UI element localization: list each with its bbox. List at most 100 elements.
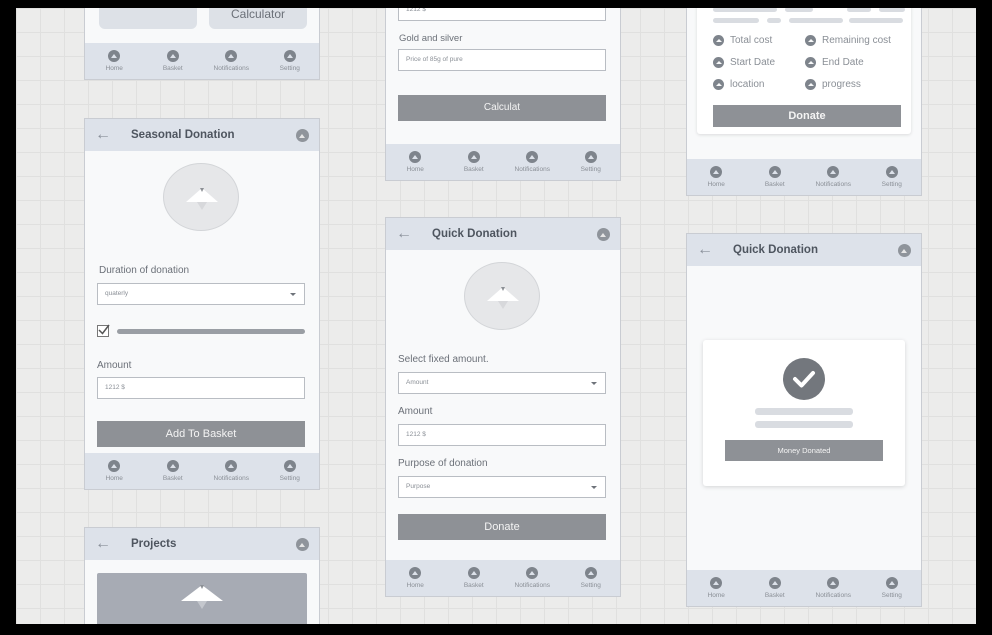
home-icon <box>710 166 723 178</box>
nav-notifications[interactable]: Notifications <box>508 151 556 173</box>
page-title: Quick Donation <box>432 228 517 240</box>
amount-label: Amount <box>398 406 433 417</box>
nav-basket[interactable]: Basket <box>751 166 799 188</box>
back-arrow-icon[interactable]: ← <box>95 535 121 553</box>
gold-calculator-card: 1212 $ Gold and silver Price of 85g of p… <box>385 8 621 181</box>
basket-icon <box>467 567 480 579</box>
project-detail-card: Total cost Remaining cost Start Date End… <box>686 8 922 196</box>
notifications-icon <box>225 460 238 472</box>
card-tile <box>99 8 197 29</box>
nav-home[interactable]: Home <box>692 166 740 188</box>
home-icon <box>108 460 121 472</box>
end-date-item: End Date <box>805 57 864 68</box>
checkbox-text-placeholder <box>117 329 305 334</box>
purpose-select[interactable]: Purpose <box>398 476 606 498</box>
setting-icon <box>283 460 296 472</box>
nav-setting[interactable]: Setting <box>868 166 916 188</box>
nav-home[interactable]: Home <box>90 460 138 482</box>
basket-icon <box>768 577 781 589</box>
amount-input[interactable]: 1212 $ <box>398 424 606 446</box>
location-icon <box>713 79 724 90</box>
nav-setting[interactable]: Setting <box>266 460 314 482</box>
back-arrow-icon[interactable]: ← <box>396 225 422 243</box>
basket-icon <box>467 151 480 163</box>
progress-item: progress <box>805 79 861 90</box>
nav-basket[interactable]: Basket <box>450 567 498 589</box>
nav-setting[interactable]: Setting <box>567 151 615 173</box>
donate-button[interactable]: Donate <box>713 105 901 127</box>
profile-icon[interactable] <box>898 243 911 257</box>
home-icon <box>108 50 121 62</box>
bottom-nav: Home Basket Notifications Setting <box>85 453 319 489</box>
nav-notifications[interactable]: Notifications <box>508 567 556 589</box>
nav-home[interactable]: Home <box>391 151 439 173</box>
home-icon <box>409 151 422 163</box>
duration-select[interactable]: quaterly <box>97 283 305 305</box>
value-field[interactable]: 1212 $ <box>398 8 606 21</box>
back-arrow-icon[interactable]: ← <box>697 241 723 259</box>
home-icon <box>409 567 422 579</box>
home-icon <box>710 577 723 589</box>
start-date-item: Start Date <box>713 57 775 68</box>
nav-home[interactable]: Home <box>90 50 138 72</box>
check-circle-icon <box>783 358 825 400</box>
nav-basket[interactable]: Basket <box>149 50 197 72</box>
calculate-button[interactable]: Calculat <box>398 95 606 121</box>
nav-notifications[interactable]: Notifications <box>207 50 255 72</box>
remaining-cost-item: Remaining cost <box>805 35 891 46</box>
duration-label: Duration of donation <box>99 265 190 276</box>
setting-icon <box>584 151 597 163</box>
chevron-down-icon <box>290 293 296 296</box>
profile-icon[interactable] <box>296 537 309 551</box>
setting-icon <box>584 567 597 579</box>
header: ← Quick Donation <box>687 234 921 266</box>
nav-notifications[interactable]: Notifications <box>207 460 255 482</box>
location-item: location <box>713 79 764 90</box>
bottom-nav: Home Basket Notifications Setting <box>687 570 921 606</box>
bottom-nav: Home Basket Notifications Setting <box>386 560 620 596</box>
nav-notifications[interactable]: Notifications <box>809 577 857 599</box>
nav-basket[interactable]: Basket <box>450 151 498 173</box>
projects-screen: ← Projects <box>84 527 320 624</box>
setting-icon <box>885 577 898 589</box>
header: ← Seasonal Donation <box>85 119 319 151</box>
nav-setting[interactable]: Setting <box>266 50 314 72</box>
nav-home[interactable]: Home <box>692 577 740 599</box>
profile-icon[interactable] <box>296 128 309 142</box>
page-title: Projects <box>131 538 177 550</box>
nav-notifications[interactable]: Notifications <box>809 166 857 188</box>
remaining-cost-icon <box>805 35 816 46</box>
gold-price-field[interactable]: Price of 85g of pure <box>398 49 606 71</box>
gold-silver-label: Gold and silver <box>399 33 463 44</box>
donate-button[interactable]: Donate <box>398 514 606 540</box>
calculator-button[interactable]: Calculator <box>209 8 307 29</box>
purpose-label: Purpose of donation <box>398 458 488 469</box>
project-image-placeholder[interactable] <box>97 573 307 624</box>
fixed-amount-select[interactable]: Amount <box>398 372 606 394</box>
notifications-icon <box>526 567 539 579</box>
notifications-icon <box>827 166 840 178</box>
setting-icon <box>283 50 296 62</box>
nav-setting[interactable]: Setting <box>567 567 615 589</box>
page-title: Seasonal Donation <box>131 129 235 141</box>
header: ← Projects <box>85 528 319 560</box>
progress-icon <box>805 79 816 90</box>
detail-panel: Total cost Remaining cost Start Date End… <box>697 8 911 134</box>
profile-icon[interactable] <box>597 227 610 241</box>
nav-basket[interactable]: Basket <box>149 460 197 482</box>
text-placeholder <box>755 421 853 428</box>
nav-basket[interactable]: Basket <box>751 577 799 599</box>
checkbox-icon[interactable] <box>97 324 110 337</box>
success-dialog: Money Donated <box>703 340 905 486</box>
bottom-nav: Home Basket Notifications Setting <box>687 159 921 195</box>
quick-donation-screen: ← Quick Donation Select fixed amount. Am… <box>385 217 621 597</box>
back-arrow-icon[interactable]: ← <box>95 126 121 144</box>
total-cost-icon <box>713 35 724 46</box>
money-donated-button[interactable]: Money Donated <box>725 440 883 461</box>
basket-icon <box>768 166 781 178</box>
nav-setting[interactable]: Setting <box>868 577 916 599</box>
nav-home[interactable]: Home <box>391 567 439 589</box>
amount-input[interactable]: 1212 $ <box>97 377 305 399</box>
page-title: Quick Donation <box>733 244 818 256</box>
add-to-basket-button[interactable]: Add To Basket <box>97 421 305 447</box>
